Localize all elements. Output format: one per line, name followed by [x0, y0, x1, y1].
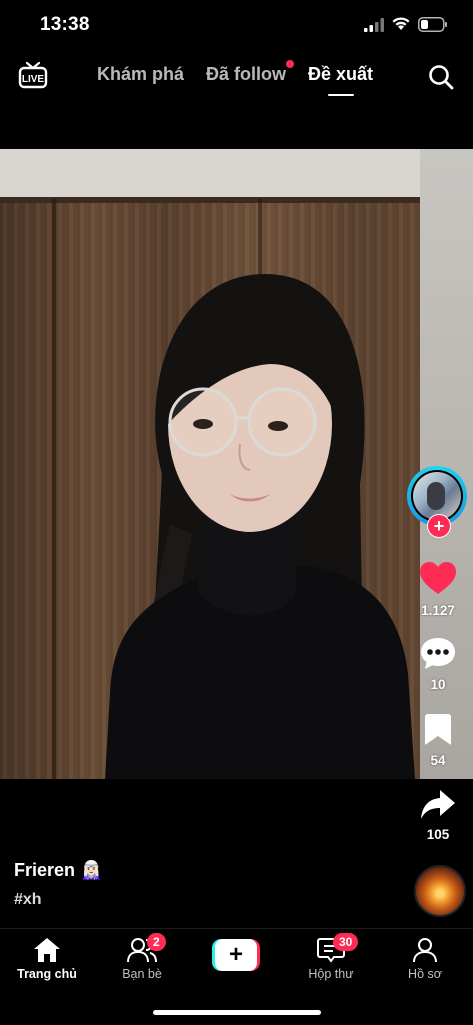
status-time: 13:38 — [40, 14, 90, 35]
search-icon — [429, 65, 454, 90]
top-nav: LIVE Khám phá Đã follow Đề xuất — [0, 50, 473, 106]
comment-icon — [421, 638, 455, 669]
nav-home[interactable]: Trang chủ — [2, 937, 92, 981]
wifi-icon — [392, 17, 410, 30]
like-count: 1.127 — [421, 603, 455, 618]
save-button[interactable]: 54 — [405, 714, 471, 768]
plus-icon: + — [433, 516, 445, 536]
save-count: 54 — [430, 753, 446, 768]
person-in-video — [105, 274, 415, 779]
heart-icon — [420, 562, 456, 594]
like-button[interactable]: 1.127 — [405, 562, 471, 618]
avatar-image — [413, 472, 461, 520]
comment-button[interactable]: 10 — [405, 638, 471, 692]
tab-explore[interactable]: Khám phá — [97, 64, 184, 85]
plus-icon: + — [215, 939, 257, 971]
music-disc[interactable] — [414, 865, 466, 917]
bookmark-icon — [425, 714, 451, 745]
nav-friends[interactable]: Bạn bè 2 — [97, 933, 187, 981]
active-tab-indicator — [327, 93, 354, 96]
elf-emoji: 🧝🏻‍♀️ — [80, 860, 103, 880]
share-button[interactable]: 105 — [405, 790, 471, 842]
feed-tabs: Khám phá Đã follow Đề xuất — [97, 60, 373, 96]
ceiling — [0, 149, 420, 199]
svg-text:LIVE: LIVE — [22, 74, 45, 85]
author-name[interactable]: Frieren 🧝🏻‍♀️ — [14, 860, 102, 881]
live-tv-icon: LIVE — [18, 61, 48, 89]
status-bar: 13:38 — [0, 0, 473, 50]
comment-count: 10 — [430, 677, 446, 692]
home-icon — [34, 938, 60, 962]
share-count: 105 — [426, 827, 450, 842]
follow-button[interactable]: + — [427, 514, 451, 538]
cellular-signal-icon — [364, 18, 384, 32]
inbox-badge: 30 — [333, 933, 359, 951]
profile-icon — [413, 938, 437, 963]
panel-seam — [52, 199, 56, 779]
share-arrow-icon — [421, 790, 455, 819]
ceiling-trim — [0, 197, 420, 203]
live-button[interactable]: LIVE — [18, 61, 48, 94]
hashtag-link[interactable]: #xh — [14, 891, 102, 909]
video-caption: Frieren 🧝🏻‍♀️ #xh — [14, 860, 102, 909]
nav-inbox[interactable]: Hộp thư 30 — [286, 933, 376, 981]
battery-icon — [418, 17, 447, 32]
tab-for-you[interactable]: Đề xuất — [308, 64, 373, 96]
friends-badge: 2 — [147, 933, 166, 951]
video-player[interactable] — [0, 149, 473, 779]
tab-following[interactable]: Đã follow — [206, 60, 295, 85]
nav-profile[interactable]: Hồ sơ — [380, 937, 470, 981]
home-indicator — [153, 1010, 321, 1015]
search-button[interactable] — [428, 64, 454, 95]
notification-dot — [286, 60, 295, 68]
bottom-nav: Trang chủ Bạn bè 2 + Hộp thư 30 Hồ sơ — [0, 928, 473, 1025]
create-button[interactable]: + — [212, 939, 260, 971]
